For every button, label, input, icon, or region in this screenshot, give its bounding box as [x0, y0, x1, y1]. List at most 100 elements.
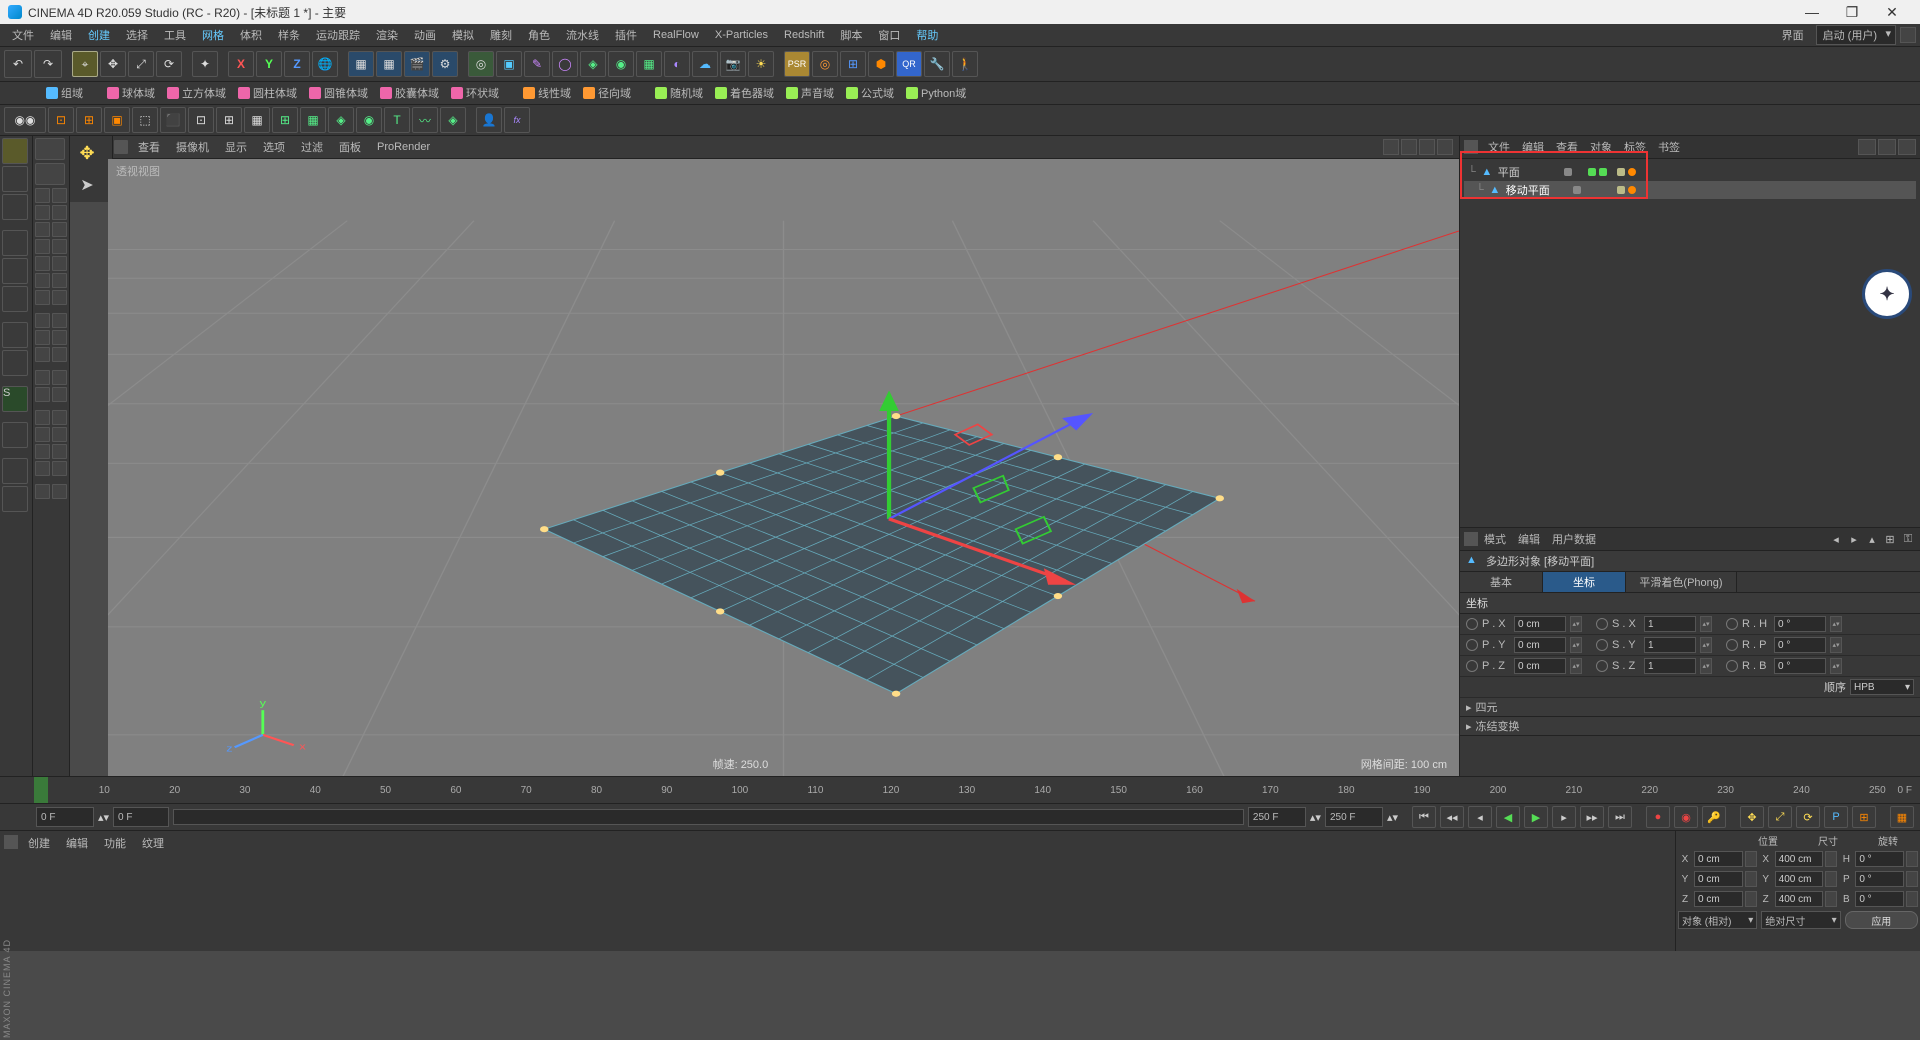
- menu-18[interactable]: Redshift: [776, 29, 832, 41]
- subdivision-button[interactable]: ◉: [608, 51, 634, 77]
- prop-val[interactable]: 0 cm: [1514, 616, 1566, 632]
- tab-coord[interactable]: 坐标: [1543, 572, 1626, 592]
- vp-menu-display[interactable]: 显示: [219, 139, 253, 155]
- sel-k[interactable]: [35, 273, 50, 288]
- scale-tool[interactable]: ⤢: [128, 51, 154, 77]
- selection-icon4[interactable]: ⊞: [216, 107, 242, 133]
- render-settings-button[interactable]: ⚙: [432, 51, 458, 77]
- camera-button[interactable]: 📷: [720, 51, 746, 77]
- prop-spin[interactable]: ▴▾: [1830, 616, 1842, 632]
- menu-20[interactable]: 窗口: [870, 27, 908, 43]
- null-button[interactable]: ◎: [468, 51, 494, 77]
- pos-field[interactable]: 0 cm: [1694, 871, 1743, 887]
- coord-object-select[interactable]: 对象 (相对): [1678, 911, 1757, 929]
- field-7[interactable]: 线性域: [519, 85, 575, 101]
- move-gizmo-icon[interactable]: ✥: [74, 140, 100, 166]
- tag-phong-icon[interactable]: [1628, 168, 1636, 176]
- layer-dot[interactable]: [1564, 168, 1572, 176]
- vp-pan-icon[interactable]: [1383, 139, 1399, 155]
- prev-key-button[interactable]: ◂◂: [1440, 806, 1464, 828]
- workplane-mode[interactable]: [2, 194, 28, 220]
- snap-button[interactable]: ◎: [812, 51, 838, 77]
- live-select[interactable]: [35, 163, 65, 185]
- field-8[interactable]: 径向域: [579, 85, 635, 101]
- key-sel-button[interactable]: 🔑: [1702, 806, 1726, 828]
- vp-menu-options[interactable]: 选项: [257, 139, 291, 155]
- size-field[interactable]: 400 cm: [1775, 891, 1824, 907]
- rot-field[interactable]: 0 °: [1855, 871, 1904, 887]
- prop-spin[interactable]: ▴▾: [1570, 637, 1582, 653]
- primitive-cube-button[interactable]: ▣: [496, 51, 522, 77]
- am-lock-button[interactable]: ⚿: [1900, 532, 1916, 546]
- end-frame-spin[interactable]: ▴▾: [1310, 811, 1321, 824]
- prop-val[interactable]: 1: [1644, 658, 1696, 674]
- walk-button[interactable]: 🚶: [952, 51, 978, 77]
- rot-field[interactable]: 0 °: [1855, 851, 1904, 867]
- vp-orbit-icon[interactable]: [1419, 139, 1435, 155]
- anim-dot[interactable]: [1466, 639, 1478, 651]
- recent-tool[interactable]: ✦: [192, 51, 218, 77]
- play-back-button[interactable]: ◀: [1496, 806, 1520, 828]
- om-menu-edit[interactable]: 编辑: [1516, 139, 1550, 155]
- collapse-quaternion[interactable]: 四元: [1460, 698, 1920, 717]
- magnet-mode[interactable]: [2, 422, 28, 448]
- anim-dot[interactable]: [1726, 618, 1738, 630]
- prop-spin[interactable]: ▴▾: [1700, 637, 1712, 653]
- sel-v[interactable]: [52, 370, 67, 385]
- cursor-icon[interactable]: ➤: [74, 172, 100, 198]
- instance-icon[interactable]: ◉: [356, 107, 382, 133]
- live-select-icon[interactable]: ◉◉: [4, 107, 46, 133]
- deformer-button[interactable]: ◐: [664, 51, 690, 77]
- rotate-tool[interactable]: ⟳: [156, 51, 182, 77]
- axis-mode[interactable]: [2, 258, 28, 284]
- fracture-icon[interactable]: ◈: [328, 107, 354, 133]
- sel-a[interactable]: [35, 188, 50, 203]
- mospline-icon[interactable]: ◈: [440, 107, 466, 133]
- field-12[interactable]: 公式域: [842, 85, 898, 101]
- render-region-button[interactable]: ▦: [376, 51, 402, 77]
- om-menu-file[interactable]: 文件: [1482, 139, 1516, 155]
- field-10[interactable]: 着色器域: [711, 85, 778, 101]
- coord-apply-button[interactable]: 应用: [1845, 911, 1918, 929]
- redo-button[interactable]: ↷: [34, 50, 62, 78]
- sel-ag[interactable]: [35, 484, 50, 499]
- menu-14[interactable]: 流水线: [558, 27, 607, 43]
- texture-mode[interactable]: [2, 166, 28, 192]
- psr-button[interactable]: PSR: [784, 51, 810, 77]
- menu-4[interactable]: 工具: [156, 27, 194, 43]
- timeline-ruler[interactable]: 0102030405060708090100110120130140150160…: [0, 776, 1920, 803]
- sel-ac[interactable]: [35, 444, 50, 459]
- menu-0[interactable]: 文件: [4, 27, 42, 43]
- scale-key-button[interactable]: ⤢: [1768, 806, 1792, 828]
- field-9[interactable]: 随机域: [651, 85, 707, 101]
- size-field[interactable]: 400 cm: [1775, 871, 1824, 887]
- am-menu-mode[interactable]: 模式: [1478, 531, 1512, 547]
- total-frame-field[interactable]: 250 F: [1325, 807, 1383, 827]
- tree-row-plane[interactable]: └ ▲ 平面: [1464, 163, 1916, 181]
- menu-19[interactable]: 脚本: [832, 27, 870, 43]
- next-frame-button[interactable]: ▸: [1552, 806, 1576, 828]
- om-menu-objects[interactable]: 对象: [1584, 139, 1618, 155]
- mat-grip-icon[interactable]: [4, 835, 18, 849]
- prop-val[interactable]: 1: [1644, 616, 1696, 632]
- prop-val[interactable]: 0 °: [1774, 616, 1826, 632]
- tab-basic[interactable]: 基本: [1460, 572, 1543, 592]
- menu-10[interactable]: 动画: [406, 27, 444, 43]
- param-key-button[interactable]: P: [1824, 806, 1848, 828]
- text-icon[interactable]: T: [384, 107, 410, 133]
- field-0[interactable]: 组域: [42, 85, 87, 101]
- object-tree[interactable]: └ ▲ 平面 └ ▲ 移动平面: [1460, 159, 1920, 528]
- om-filter-icon[interactable]: [1878, 139, 1896, 155]
- magic-button[interactable]: 🔧: [924, 51, 950, 77]
- material-manager[interactable]: 创建 编辑 功能 纹理: [0, 831, 1675, 951]
- anim-dot[interactable]: [1466, 618, 1478, 630]
- menu-2[interactable]: 创建: [80, 27, 118, 43]
- tag-dot1[interactable]: [1617, 168, 1625, 176]
- menu-8[interactable]: 运动跟踪: [308, 27, 368, 43]
- point-mode[interactable]: [2, 286, 28, 312]
- menu-21[interactable]: 帮助: [908, 27, 946, 43]
- vp-menu-camera[interactable]: 摄像机: [170, 139, 215, 155]
- lock-mode2[interactable]: [2, 486, 28, 512]
- sel-w[interactable]: [35, 387, 50, 402]
- am-up-button[interactable]: ▴: [1864, 532, 1880, 546]
